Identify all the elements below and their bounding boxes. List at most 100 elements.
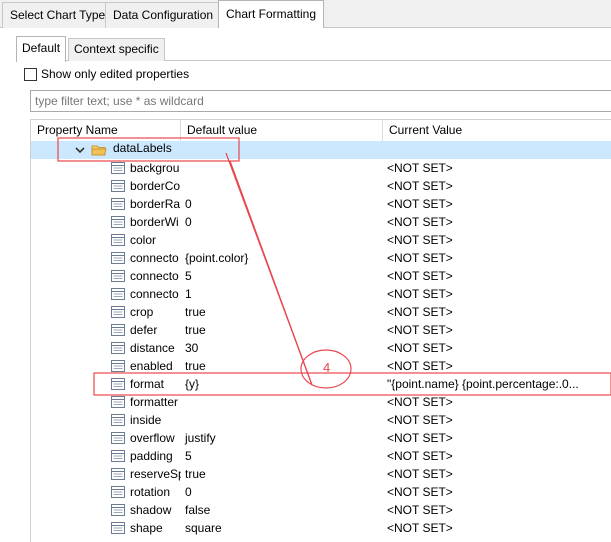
default-value — [181, 411, 383, 429]
default-value: 5 — [185, 269, 192, 283]
group-label: dataLabels — [113, 141, 172, 155]
column-header-default-value[interactable]: Default value — [181, 120, 383, 141]
table-header: Property Name Default value Current Valu… — [31, 120, 611, 141]
property-name: connecto — [130, 269, 179, 283]
current-value[interactable]: <NOT SET> — [383, 267, 611, 285]
tree-group-row[interactable]: dataLabels — [31, 141, 611, 159]
current-value[interactable]: <NOT SET> — [383, 501, 611, 519]
default-value — [181, 177, 383, 195]
subtab-context-specific[interactable]: Context specific — [68, 38, 165, 61]
property-name: shadow — [130, 503, 172, 517]
column-header-property-name[interactable]: Property Name — [31, 120, 181, 141]
show-edited-checkbox-row[interactable]: Show only edited properties — [24, 66, 189, 82]
property-name: backgrou — [130, 161, 180, 175]
current-value[interactable]: "{point.name} {point.percentage:.0... — [383, 375, 611, 393]
property-name: distance — [130, 341, 175, 355]
default-value: {point.color} — [185, 251, 249, 265]
default-value: {y} — [185, 377, 200, 391]
table-row[interactable]: connecto 1 <NOT SET> — [31, 285, 611, 303]
property-name: padding — [130, 449, 173, 463]
table-row[interactable]: borderRa 0 <NOT SET> — [31, 195, 611, 213]
column-header-current-value[interactable]: Current Value — [383, 120, 611, 141]
chart-formatting-panel: Default Context specific Show only edite… — [0, 28, 611, 542]
tab-data-configuration[interactable]: Data Configuration — [105, 2, 222, 28]
current-value[interactable]: <NOT SET> — [383, 177, 611, 195]
top-tab-bar: Select Chart Type Data Configuration Cha… — [0, 0, 611, 29]
table-row[interactable]: defer true <NOT SET> — [31, 321, 611, 339]
filter-input[interactable]: type filter text; use * as wildcard — [30, 90, 611, 112]
property-name: color — [130, 233, 157, 247]
default-value: false — [185, 503, 211, 517]
default-value: 5 — [185, 449, 192, 463]
current-value[interactable]: <NOT SET> — [383, 393, 611, 411]
tab-chart-formatting[interactable]: Chart Formatting — [218, 0, 325, 29]
table-row[interactable]: shape square <NOT SET> — [31, 519, 611, 537]
current-value[interactable]: <NOT SET> — [383, 519, 611, 537]
table-row[interactable]: distance 30 <NOT SET> — [31, 339, 611, 357]
table-row[interactable]: rotation 0 <NOT SET> — [31, 483, 611, 501]
default-value: 0 — [185, 215, 192, 229]
show-edited-checkbox[interactable] — [24, 67, 37, 81]
table-row[interactable]: shadow false <NOT SET> — [31, 501, 611, 519]
current-value[interactable]: <NOT SET> — [383, 159, 611, 177]
table-row[interactable]: connecto {point.color} <NOT SET> — [31, 249, 611, 267]
default-value: true — [185, 467, 206, 481]
chevron-down-icon[interactable] — [75, 145, 85, 155]
default-value: 1 — [185, 287, 192, 301]
property-name: shape — [130, 521, 163, 535]
property-name: crop — [130, 305, 154, 319]
current-value[interactable]: <NOT SET> — [383, 465, 611, 483]
table-row[interactable]: connecto 5 <NOT SET> — [31, 267, 611, 285]
default-value — [181, 231, 383, 249]
table-row[interactable]: format {y} "{point.name} {point.percentage… — [31, 375, 611, 393]
table-body: dataLabels backgrou <NOT SET> borderCo <NOT… — [31, 141, 611, 537]
table-row[interactable]: formatter <NOT SET> — [31, 393, 611, 411]
table-row[interactable]: inside <NOT SET> — [31, 411, 611, 429]
property-name: reserveSp — [130, 467, 181, 481]
property-name: connecto — [130, 251, 179, 265]
current-value[interactable]: <NOT SET> — [383, 447, 611, 465]
property-name: inside — [130, 413, 162, 427]
table-row[interactable]: borderCo <NOT SET> — [31, 177, 611, 195]
current-value[interactable]: <NOT SET> — [383, 429, 611, 447]
property-tab-bar: Default Context specific — [16, 36, 611, 62]
table-row[interactable]: borderWi 0 <NOT SET> — [31, 213, 611, 231]
folder-icon — [91, 145, 107, 156]
current-value[interactable]: <NOT SET> — [383, 321, 611, 339]
default-value: 0 — [185, 485, 192, 499]
property-name: connecto — [130, 287, 179, 301]
table-row[interactable]: padding 5 <NOT SET> — [31, 447, 611, 465]
default-value: true — [185, 359, 206, 373]
default-value: 30 — [185, 341, 199, 355]
property-name: borderCo — [130, 179, 181, 193]
default-value: true — [185, 323, 206, 337]
current-value[interactable]: <NOT SET> — [383, 213, 611, 231]
current-value[interactable]: <NOT SET> — [383, 339, 611, 357]
table-row[interactable]: color <NOT SET> — [31, 231, 611, 249]
table-row[interactable]: crop true <NOT SET> — [31, 303, 611, 321]
current-value[interactable]: <NOT SET> — [383, 249, 611, 267]
property-table: Property Name Default value Current Valu… — [30, 119, 611, 542]
current-value[interactable]: <NOT SET> — [383, 231, 611, 249]
subtab-default[interactable]: Default — [16, 36, 67, 62]
current-value[interactable]: <NOT SET> — [383, 357, 611, 375]
default-value — [181, 159, 383, 177]
current-value[interactable]: <NOT SET> — [383, 285, 611, 303]
property-name: format — [130, 377, 165, 391]
table-row[interactable]: reserveSp true <NOT SET> — [31, 465, 611, 483]
default-value: square — [185, 521, 222, 535]
show-edited-label: Show only edited properties — [41, 67, 190, 81]
tab-select-chart-type[interactable]: Select Chart Type — [2, 2, 114, 28]
current-value[interactable]: <NOT SET> — [383, 303, 611, 321]
current-value[interactable]: <NOT SET> — [383, 195, 611, 213]
table-row[interactable]: backgrou <NOT SET> — [31, 159, 611, 177]
table-row[interactable]: overflow justify <NOT SET> — [31, 429, 611, 447]
property-name: overflow — [130, 431, 175, 445]
default-value: justify — [185, 431, 216, 445]
property-name: formatter — [130, 395, 179, 409]
table-row[interactable]: enabled true <NOT SET> — [31, 357, 611, 375]
default-value — [181, 393, 383, 411]
property-name: defer — [130, 323, 158, 337]
current-value[interactable]: <NOT SET> — [383, 483, 611, 501]
current-value[interactable]: <NOT SET> — [383, 411, 611, 429]
